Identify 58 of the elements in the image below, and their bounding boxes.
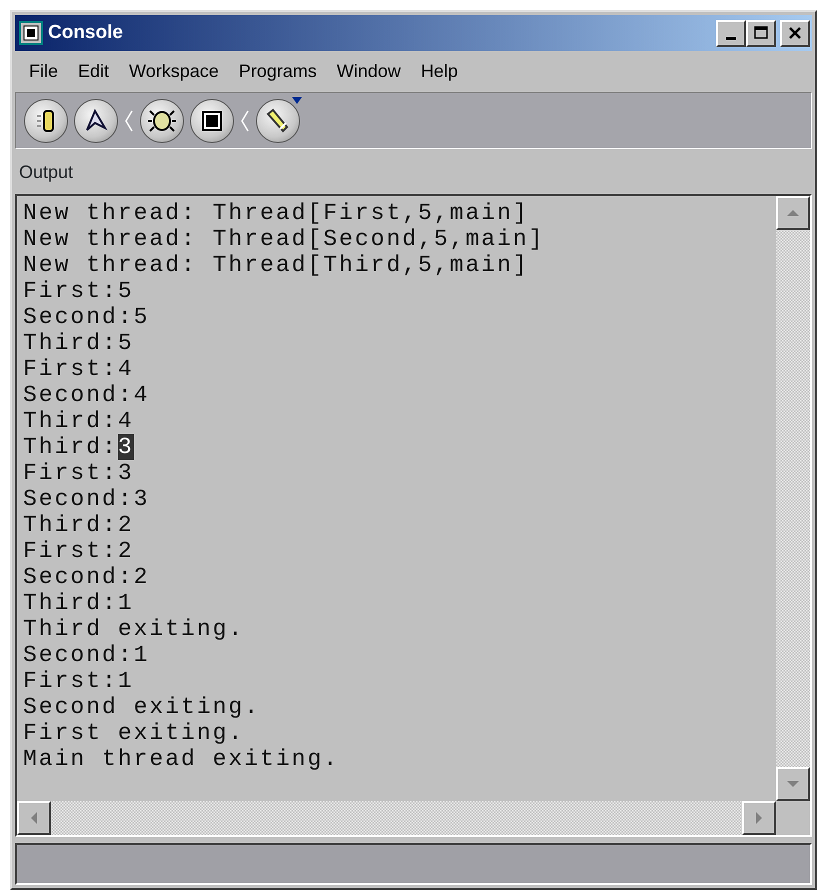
- output-line: Third:4: [23, 408, 135, 434]
- down-arrow-icon: [787, 780, 799, 788]
- output-line: First:5: [23, 278, 135, 304]
- output-line: Second:5: [23, 304, 150, 330]
- selected-text: 3: [118, 434, 134, 460]
- output-line: First:3: [23, 460, 135, 486]
- maximize-button[interactable]: [746, 20, 776, 46]
- flashlight-icon: [265, 108, 291, 134]
- output-line: Third exiting.: [23, 616, 246, 642]
- output-line: Second exiting.: [23, 694, 262, 720]
- menu-item[interactable]: File: [19, 55, 68, 88]
- arrow-icon: [83, 108, 109, 134]
- close-icon: [787, 25, 803, 41]
- output-line: First exiting.: [23, 720, 246, 746]
- output-text: Third:: [23, 434, 118, 460]
- menu-item[interactable]: Edit: [68, 55, 120, 88]
- vertical-scrollbar[interactable]: [776, 196, 810, 801]
- console-app-icon: [19, 21, 43, 45]
- close-button[interactable]: [780, 20, 810, 46]
- scroll-down-button[interactable]: [776, 767, 810, 801]
- output-line: Main thread exiting.: [23, 746, 340, 772]
- caret-icon: [292, 96, 302, 104]
- output-line: First:2: [23, 538, 135, 564]
- window-title: Console: [48, 20, 123, 45]
- document-icon: [35, 108, 57, 134]
- toolbar-button[interactable]: [74, 98, 118, 142]
- scroll-up-button[interactable]: [776, 196, 810, 230]
- menu-item[interactable]: Help: [410, 55, 468, 88]
- output-line: Second:3: [23, 486, 150, 512]
- toolbar-button[interactable]: [140, 98, 184, 142]
- output-line: Second:4: [23, 382, 150, 408]
- horizontal-scrollbar[interactable]: [17, 801, 776, 835]
- maximize-icon: [753, 25, 769, 41]
- output-line: Third:1: [23, 590, 135, 616]
- minimize-icon: [726, 36, 736, 40]
- output-line: First:1: [23, 668, 135, 694]
- left-arrow-icon: [30, 812, 38, 824]
- menu-item[interactable]: Programs: [228, 55, 327, 88]
- toolbar-button[interactable]: [190, 98, 234, 142]
- panel-label: Output: [18, 161, 74, 184]
- up-arrow-icon: [787, 209, 799, 217]
- toolbar-button[interactable]: [24, 98, 68, 142]
- output-line: First:4: [23, 356, 135, 382]
- flashlight-dropdown-button[interactable]: [256, 98, 300, 142]
- right-arrow-icon: [755, 812, 763, 824]
- stop-icon: [201, 110, 223, 132]
- output-line: Second:2: [23, 564, 150, 590]
- output-line: New thread: Thread[First,5,main]: [23, 200, 530, 226]
- output-line: Second:1: [23, 642, 150, 668]
- scroll-left-button[interactable]: [17, 801, 51, 835]
- scroll-right-button[interactable]: [742, 801, 776, 835]
- output-line: New thread: Thread[Second,5,main]: [23, 226, 546, 252]
- minimize-button[interactable]: [716, 20, 746, 46]
- menu-item[interactable]: Window: [326, 55, 411, 88]
- menu-item[interactable]: Workspace: [119, 55, 229, 88]
- output-line: New thread: Thread[Third,5,main]: [23, 252, 530, 278]
- output-line: Third:5: [23, 330, 135, 356]
- output-line: Third:2: [23, 512, 135, 538]
